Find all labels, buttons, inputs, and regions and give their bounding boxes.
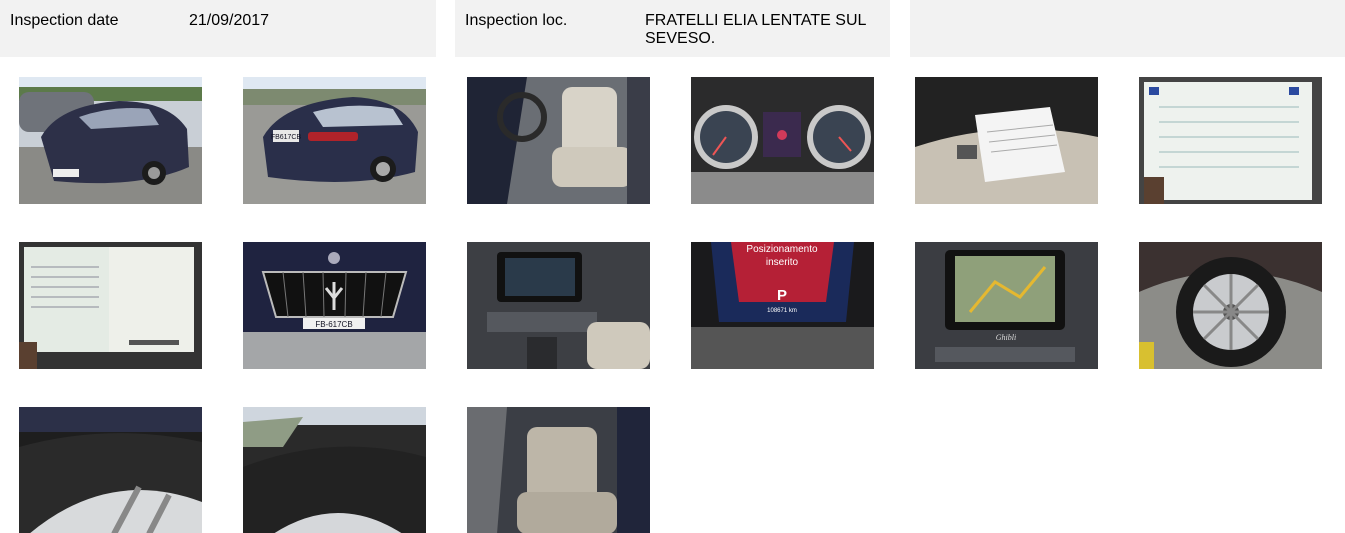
registration-open-image bbox=[19, 242, 202, 369]
photo-car-rear-left[interactable]: FB617CB bbox=[243, 77, 426, 204]
front-wheel-image bbox=[1139, 242, 1322, 369]
inspection-location-label: Inspection loc. bbox=[465, 12, 568, 29]
photo-rear-seat[interactable] bbox=[467, 407, 650, 533]
photo-center-console[interactable] bbox=[467, 242, 650, 369]
car-front-left-image bbox=[19, 77, 202, 204]
photo-driver-seat[interactable] bbox=[467, 77, 650, 204]
photo-dashboard-display[interactable]: Posizionamento inserito P 108671 km bbox=[691, 242, 874, 369]
inspection-location-value: FRATELLI ELIA LENTATE SUL SEVESO. bbox=[645, 12, 866, 47]
photo-navigation-screen[interactable]: Ghibli bbox=[915, 242, 1098, 369]
front-plate-text: FB-617CB bbox=[315, 320, 352, 329]
center-console-image bbox=[467, 242, 650, 369]
photo-tire-closeup-1[interactable] bbox=[19, 407, 202, 533]
gear-indicator: P bbox=[777, 287, 787, 304]
dashboard-display-image: Posizionamento inserito P 108671 km bbox=[691, 242, 874, 369]
navigation-screen-image: Ghibli bbox=[915, 242, 1098, 369]
photo-front-grille[interactable]: FB-617CB bbox=[243, 242, 426, 369]
driver-seat-image bbox=[467, 77, 650, 204]
nav-brand-text: Ghibli bbox=[996, 333, 1016, 342]
photo-instrument-cluster[interactable] bbox=[691, 77, 874, 204]
odometer-reading: 108671 km bbox=[767, 308, 797, 314]
registration-document-image bbox=[1139, 77, 1322, 204]
instrument-cluster-image bbox=[691, 77, 874, 204]
front-grille-image: FB-617CB bbox=[243, 242, 426, 369]
photo-front-wheel[interactable] bbox=[1139, 242, 1322, 369]
dashboard-message-line1: Posizionamento bbox=[746, 244, 818, 255]
car-rear-left-image: FB617CB bbox=[243, 77, 426, 204]
photo-registration-document[interactable] bbox=[1139, 77, 1322, 204]
photo-tire-closeup-2[interactable] bbox=[243, 407, 426, 533]
photo-documents-on-seat[interactable] bbox=[915, 77, 1098, 204]
inspection-location-box: Inspection loc. FRATELLI ELIA LENTATE SU… bbox=[455, 0, 890, 57]
inspection-date-value: 21/09/2017 bbox=[189, 12, 270, 29]
photo-car-front-left[interactable] bbox=[19, 77, 202, 204]
dashboard-message-line2: inserito bbox=[766, 257, 799, 268]
documents-on-seat-image bbox=[915, 77, 1098, 204]
photo-registration-open[interactable] bbox=[19, 242, 202, 369]
rear-seat-image bbox=[467, 407, 650, 533]
inspection-date-label: Inspection date bbox=[10, 12, 119, 29]
empty-info-box bbox=[910, 0, 1345, 57]
inspection-date-box: Inspection date 21/09/2017 bbox=[0, 0, 436, 57]
tire-closeup-2-image bbox=[243, 407, 426, 533]
rear-plate-text: FB617CB bbox=[271, 134, 302, 141]
tire-closeup-1-image bbox=[19, 407, 202, 533]
